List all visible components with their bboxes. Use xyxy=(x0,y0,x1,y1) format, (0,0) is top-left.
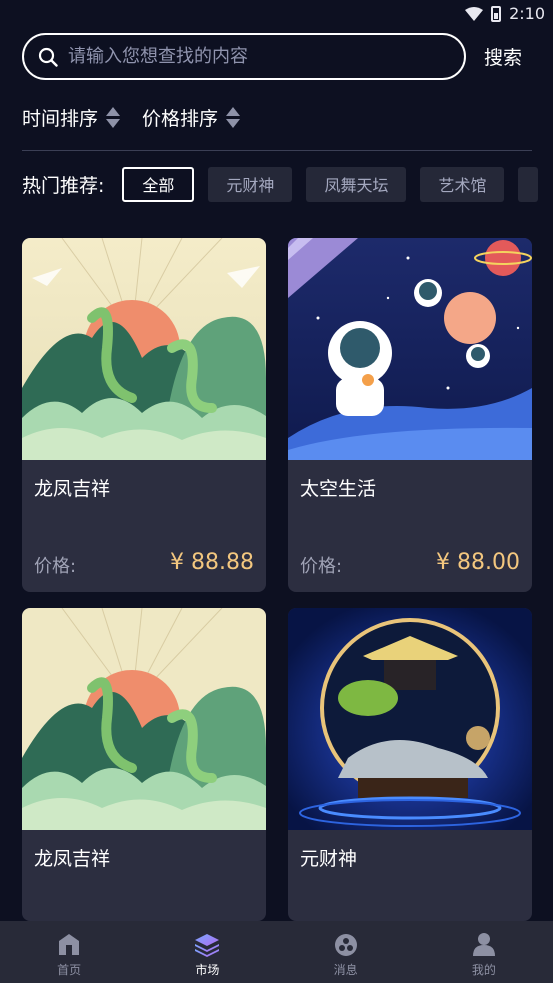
product-card[interactable]: 龙凤吉祥 价格: ¥ 88.88 xyxy=(22,238,266,592)
dragon-phoenix-artwork xyxy=(22,608,266,830)
golden-pavilion-artwork xyxy=(288,608,532,830)
battery-icon xyxy=(491,5,502,22)
product-title: 太空生活 xyxy=(300,478,377,500)
chip-fengwu-tiantan[interactable]: 凤舞天坛 xyxy=(306,166,407,202)
status-icons: 2:10 xyxy=(465,4,545,23)
wifi-icon xyxy=(465,6,484,21)
sort-arrows-icon xyxy=(106,107,121,128)
search-input[interactable] xyxy=(68,46,428,67)
hot-label: 热门推荐: xyxy=(22,174,105,197)
tab-messages[interactable]: 消息 xyxy=(277,921,415,983)
sort-by-time[interactable]: 时间排序 xyxy=(22,104,121,131)
tab-label: 市场 xyxy=(195,963,220,977)
product-title: 龙凤吉祥 xyxy=(34,478,111,500)
tab-label: 我的 xyxy=(471,963,496,977)
message-icon xyxy=(334,934,357,956)
product-card[interactable]: 龙凤吉祥 xyxy=(22,608,266,921)
chip-more[interactable] xyxy=(518,166,539,202)
product-title: 元财神 xyxy=(300,848,358,870)
layers-icon xyxy=(195,934,220,957)
search-row: 搜索 xyxy=(22,33,532,80)
home-icon xyxy=(59,934,80,955)
product-price: ¥ 88.00 xyxy=(436,550,520,575)
sort-arrows-icon xyxy=(226,107,241,128)
bottom-tab-bar: 首页 市场 消息 我的 xyxy=(0,921,553,983)
sort-by-price-label: 价格排序 xyxy=(142,108,219,130)
hot-recommendations: 热门推荐: 全部 元财神 凤舞天坛 艺术馆 xyxy=(22,166,553,202)
tab-market[interactable]: 市场 xyxy=(138,921,276,983)
chip-art-gallery[interactable]: 艺术馆 xyxy=(420,166,505,202)
search-icon xyxy=(38,47,58,67)
chip-yuan-caishen[interactable]: 元财神 xyxy=(208,166,293,202)
tab-profile[interactable]: 我的 xyxy=(415,921,553,983)
chip-all[interactable]: 全部 xyxy=(122,166,195,202)
product-card[interactable]: 太空生活 价格: ¥ 88.00 xyxy=(288,238,532,592)
user-icon xyxy=(472,933,495,956)
astronaut-space-artwork xyxy=(288,238,532,460)
status-bar: 2:10 xyxy=(0,0,553,30)
tab-home[interactable]: 首页 xyxy=(0,921,138,983)
status-time: 2:10 xyxy=(509,4,545,23)
sort-row: 时间排序 价格排序 xyxy=(22,104,241,131)
divider xyxy=(22,150,532,151)
product-title: 龙凤吉祥 xyxy=(34,848,111,870)
search-box[interactable] xyxy=(22,33,466,80)
product-card[interactable]: 元财神 xyxy=(288,608,532,921)
tab-label: 消息 xyxy=(333,963,358,977)
price-label: 价格: xyxy=(34,556,77,577)
search-button[interactable]: 搜索 xyxy=(484,43,522,70)
product-price: ¥ 88.88 xyxy=(170,550,254,575)
price-label: 价格: xyxy=(300,556,343,577)
sort-by-price[interactable]: 价格排序 xyxy=(142,104,241,131)
dragon-phoenix-artwork xyxy=(22,238,266,460)
tab-label: 首页 xyxy=(57,963,82,977)
sort-by-time-label: 时间排序 xyxy=(22,108,99,130)
